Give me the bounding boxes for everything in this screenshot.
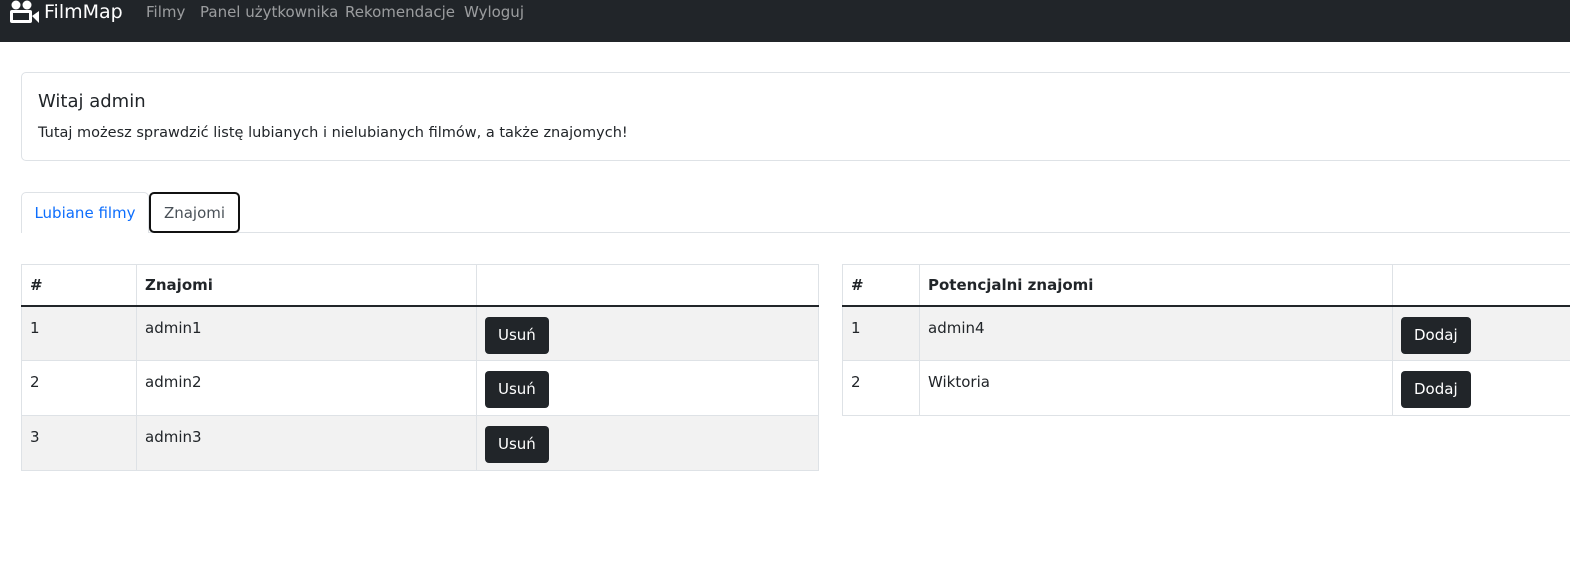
- video-camera-icon: [8, 0, 44, 24]
- row-number: 1: [21, 305, 137, 361]
- nav-link-panel[interactable]: Panel użytkownika: [200, 3, 338, 21]
- column-header-actions: [1392, 264, 1570, 307]
- nav-link-filmy[interactable]: Filmy: [146, 3, 185, 21]
- remove-friend-button[interactable]: Usuń: [485, 316, 549, 354]
- potential-friend-name: admin4: [919, 305, 1393, 361]
- action-cell: Usuń: [476, 415, 819, 471]
- column-header-potential-friends: Potencjalni znajomi: [919, 264, 1393, 307]
- table-header-row: # Znajomi: [21, 264, 819, 307]
- table-header-row: # Potencjalni znajomi: [842, 264, 1570, 307]
- action-cell: Dodaj: [1392, 360, 1570, 416]
- potential-friend-name: Wiktoria: [919, 360, 1393, 416]
- action-cell: Dodaj: [1392, 305, 1570, 361]
- remove-friend-button[interactable]: Usuń: [485, 426, 549, 463]
- potential-friends-table: # Potencjalni znajomi 1 admin4 Dodaj 2 W…: [842, 264, 1570, 416]
- nav-link-rekomendacje[interactable]: Rekomendacje: [345, 3, 455, 21]
- table-row: 3 admin3 Usuń: [21, 415, 819, 471]
- nav-link-wyloguj[interactable]: Wyloguj: [464, 3, 524, 21]
- action-cell: Usuń: [476, 305, 819, 361]
- friend-name: admin2: [136, 360, 477, 416]
- row-number: 3: [21, 415, 137, 471]
- row-number: 2: [21, 360, 137, 416]
- welcome-title: Witaj admin: [38, 91, 146, 112]
- tab-znajomi[interactable]: Znajomi: [149, 192, 240, 233]
- table-row: 1 admin1 Usuń: [21, 305, 819, 361]
- brand-link[interactable]: FilmMap: [8, 0, 123, 24]
- remove-friend-button[interactable]: Usuń: [485, 371, 549, 408]
- friend-name: admin1: [136, 305, 477, 361]
- column-header-actions: [476, 264, 819, 307]
- navbar: FilmMap Filmy Panel użytkownika Rekomend…: [0, 0, 1570, 42]
- column-header-number: #: [842, 264, 920, 307]
- table-row: 2 admin2 Usuń: [21, 360, 819, 416]
- row-number: 2: [842, 360, 920, 416]
- row-number: 1: [842, 305, 920, 361]
- tabs-divider: [21, 232, 1570, 233]
- friend-name: admin3: [136, 415, 477, 471]
- action-cell: Usuń: [476, 360, 819, 416]
- table-row: 2 Wiktoria Dodaj: [842, 360, 1570, 416]
- column-header-number: #: [21, 264, 137, 307]
- add-friend-button[interactable]: Dodaj: [1401, 316, 1471, 354]
- brand-name: FilmMap: [44, 1, 123, 23]
- add-friend-button[interactable]: Dodaj: [1401, 371, 1471, 408]
- column-header-friends: Znajomi: [136, 264, 477, 307]
- table-row: 1 admin4 Dodaj: [842, 305, 1570, 361]
- tab-lubiane-filmy[interactable]: Lubiane filmy: [21, 192, 149, 233]
- welcome-text: Tutaj możesz sprawdzić listę lubianych i…: [38, 125, 628, 141]
- friends-table: # Znajomi 1 admin1 Usuń 2 admin2 Usuń 3 …: [21, 264, 819, 471]
- welcome-card: Witaj admin Tutaj możesz sprawdzić listę…: [21, 72, 1570, 161]
